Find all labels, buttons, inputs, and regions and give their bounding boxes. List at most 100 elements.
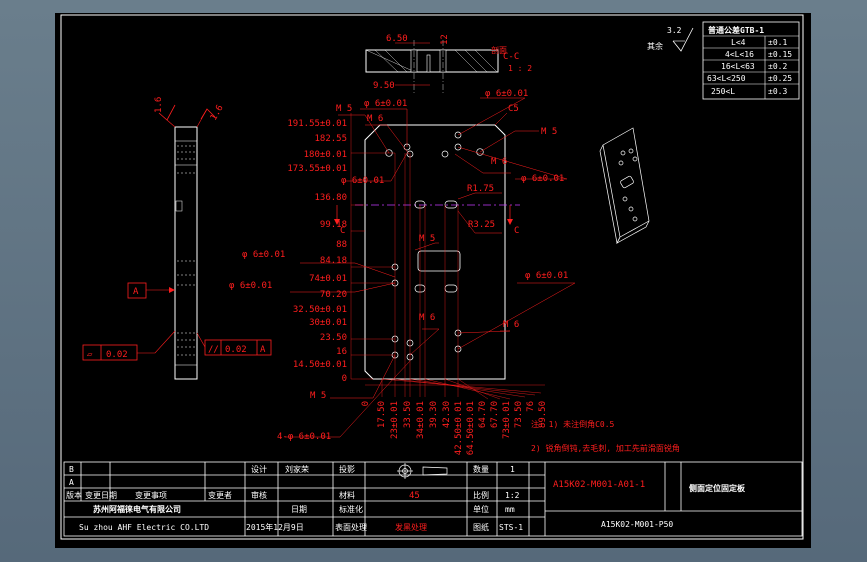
xdim-2: 23±0.01 (390, 401, 400, 439)
ydim-7: 84.18 (320, 256, 347, 266)
callout-hole-a: φ 6±0.01 (364, 99, 407, 109)
ydim-4: 136.80 (314, 193, 347, 203)
section-dim-top: 6.50 (386, 34, 408, 44)
section-scale: 1 : 2 (508, 64, 532, 73)
label-unit: 单位 (473, 504, 489, 514)
parallel-symbol: // (208, 345, 219, 355)
part-name: 侧面定位固定板 (689, 483, 746, 493)
front-view[interactable]: C C M 5 φ 6±0.01 M 6 φ 6±0.01 C5 M 5 M 6… (229, 89, 576, 455)
rev-header-date: 变更日期 (85, 490, 117, 500)
note-2: 2) 锐角倒钝,去毛刺, 加工先前滑面锐角 (531, 443, 680, 453)
parallel-datum: A (260, 345, 266, 355)
flatness-value: 0.02 (106, 350, 128, 360)
ydim-10: 32.50±0.01 (293, 305, 347, 315)
unit-value: mm (505, 505, 515, 514)
scale-value: 1:2 (505, 491, 520, 500)
parallel-value: 0.02 (225, 345, 247, 355)
callout-hole-f: φ 6±0.01 (229, 281, 272, 291)
xdim-12: 73.50 (514, 401, 524, 428)
roughness-note: 其余 (647, 41, 663, 51)
roughness-value: 3.2 (667, 26, 682, 35)
label-date: 日期 (291, 505, 307, 514)
xdim-0: 0 (361, 401, 371, 406)
drawing-number: A15K02-M001-P50 (601, 520, 673, 529)
finish-value: 发黑处理 (395, 522, 427, 532)
section-view[interactable]: 6.50 12 9.50 C-C 1 : 2 剖面 (365, 34, 532, 93)
designer-name: 刘家荣 (285, 464, 309, 474)
standard-code: STS-1 (499, 523, 523, 532)
callout-m5-right: M 5 (541, 127, 557, 137)
tolerance-value-2: ±0.2 (768, 62, 787, 71)
label-material: 材料 (339, 490, 355, 500)
callout-m6-low: M 6 (503, 320, 519, 330)
ydim-8: 74±0.01 (309, 274, 347, 284)
ydim-0: 191.55±0.01 (287, 119, 347, 129)
tolerance-range-3: 63<L<250 (707, 74, 746, 83)
xdim-3: 33.50 (403, 401, 413, 428)
drawing-border (60, 14, 804, 540)
rev-header-version: 版本 (66, 490, 82, 500)
ydim-13: 16 (336, 347, 347, 357)
section-marker-right: C (514, 226, 519, 236)
note-1: 注: 1) 未注倒角C0.5 (531, 419, 615, 429)
ydim-12: 23.50 (320, 333, 347, 343)
xdim-10: 67.70 (490, 401, 500, 428)
ydim-14: 14.50±0.01 (293, 360, 347, 370)
label-standard: 标准化 (339, 504, 363, 514)
tolerance-range-4: 250<L (711, 87, 735, 96)
rev-letter-b: B (69, 465, 74, 474)
rev-header-by: 变更者 (208, 490, 232, 500)
roughness-label-right: 1.6 (209, 103, 226, 122)
tolerance-title: 普通公差GTB-1 (708, 25, 764, 35)
cad-viewport: 6.50 12 9.50 C-C 1 : 2 剖面 1.6 1.6 A ▱ 0.… (0, 0, 867, 562)
assembly-number: A15K02-M001-A01-1 (553, 480, 645, 490)
projection-symbol (397, 463, 448, 479)
label-quantity: 数量 (473, 464, 489, 474)
title-block-text: B A 版本 变更日期 变更事项 变更者 苏州阿福徕电气有限公司 Su zhou… (66, 464, 746, 532)
side-view[interactable]: 1.6 1.6 A ▱ 0.02 // 0.02 A (82, 97, 272, 380)
xdim-5: 39.30 (429, 401, 439, 428)
xdim-13: 76 (526, 401, 536, 412)
xdim-7: 42.50±0.01 (454, 401, 464, 455)
ydim-15: 0 (342, 374, 347, 384)
ydim-3: 173.55±0.01 (287, 164, 347, 174)
callout-hole-c: φ 6±0.01 (521, 174, 564, 184)
label-finish: 表面处理 (335, 522, 367, 532)
tolerance-value-0: ±0.1 (768, 38, 787, 47)
callout-r325: R3.25 (468, 220, 495, 230)
callout-hole-g: φ 6±0.01 (525, 271, 568, 281)
callout-m6-right: M 6 (491, 157, 507, 167)
callout-m6-mid: M 6 (419, 313, 435, 323)
drawing-sheet[interactable]: 6.50 12 9.50 C-C 1 : 2 剖面 1.6 1.6 A ▱ 0.… (55, 13, 811, 548)
rev-letter-a: A (69, 478, 74, 487)
company-name-cn: 苏州阿福徕电气有限公司 (93, 504, 181, 514)
ydim-5: 99.18 (320, 220, 347, 230)
section-dim-bottom: 9.50 (373, 81, 395, 91)
callout-hole-b: φ 6±0.01 (485, 89, 528, 99)
callout-hole-d: φ 6±0.01 (341, 176, 384, 186)
xdim-1: 17.50 (377, 401, 387, 428)
ydim-2: 180±0.01 (304, 150, 347, 160)
isometric-view (599, 127, 650, 245)
callout-r175: R1.75 (467, 184, 494, 194)
callout-m5-low: M 5 (310, 391, 326, 401)
tolerance-table: 普通公差GTB-1 L<4 ±0.1 4<L<16 ±0.15 16<L<63 … (702, 21, 800, 100)
xdim-9: 64.70 (478, 401, 488, 428)
label-check: 审核 (251, 490, 267, 500)
tolerance-range-2: 16<L<63 (721, 62, 755, 71)
xdim-6: 42.30 (442, 401, 452, 428)
callout-m5-top: M 5 (336, 104, 352, 114)
xdim-4: 34±0.01 (416, 401, 426, 439)
datum-label: A (133, 287, 139, 297)
ydim-9: 70.20 (320, 290, 347, 300)
material-value: 45 (409, 491, 420, 501)
tolerance-value-4: ±0.3 (768, 87, 787, 96)
tolerance-range-1: 4<L<16 (725, 50, 754, 59)
tolerance-value-3: ±0.25 (768, 74, 792, 83)
callout-m5-mid: M 5 (419, 234, 435, 244)
callout-hole-e: φ 6±0.01 (242, 250, 285, 260)
callout-c5: C5 (508, 104, 519, 114)
label-drawing: 图纸 (473, 522, 489, 532)
quantity-value: 1 (510, 465, 515, 474)
callout-m6-top: M 6 (367, 114, 383, 124)
